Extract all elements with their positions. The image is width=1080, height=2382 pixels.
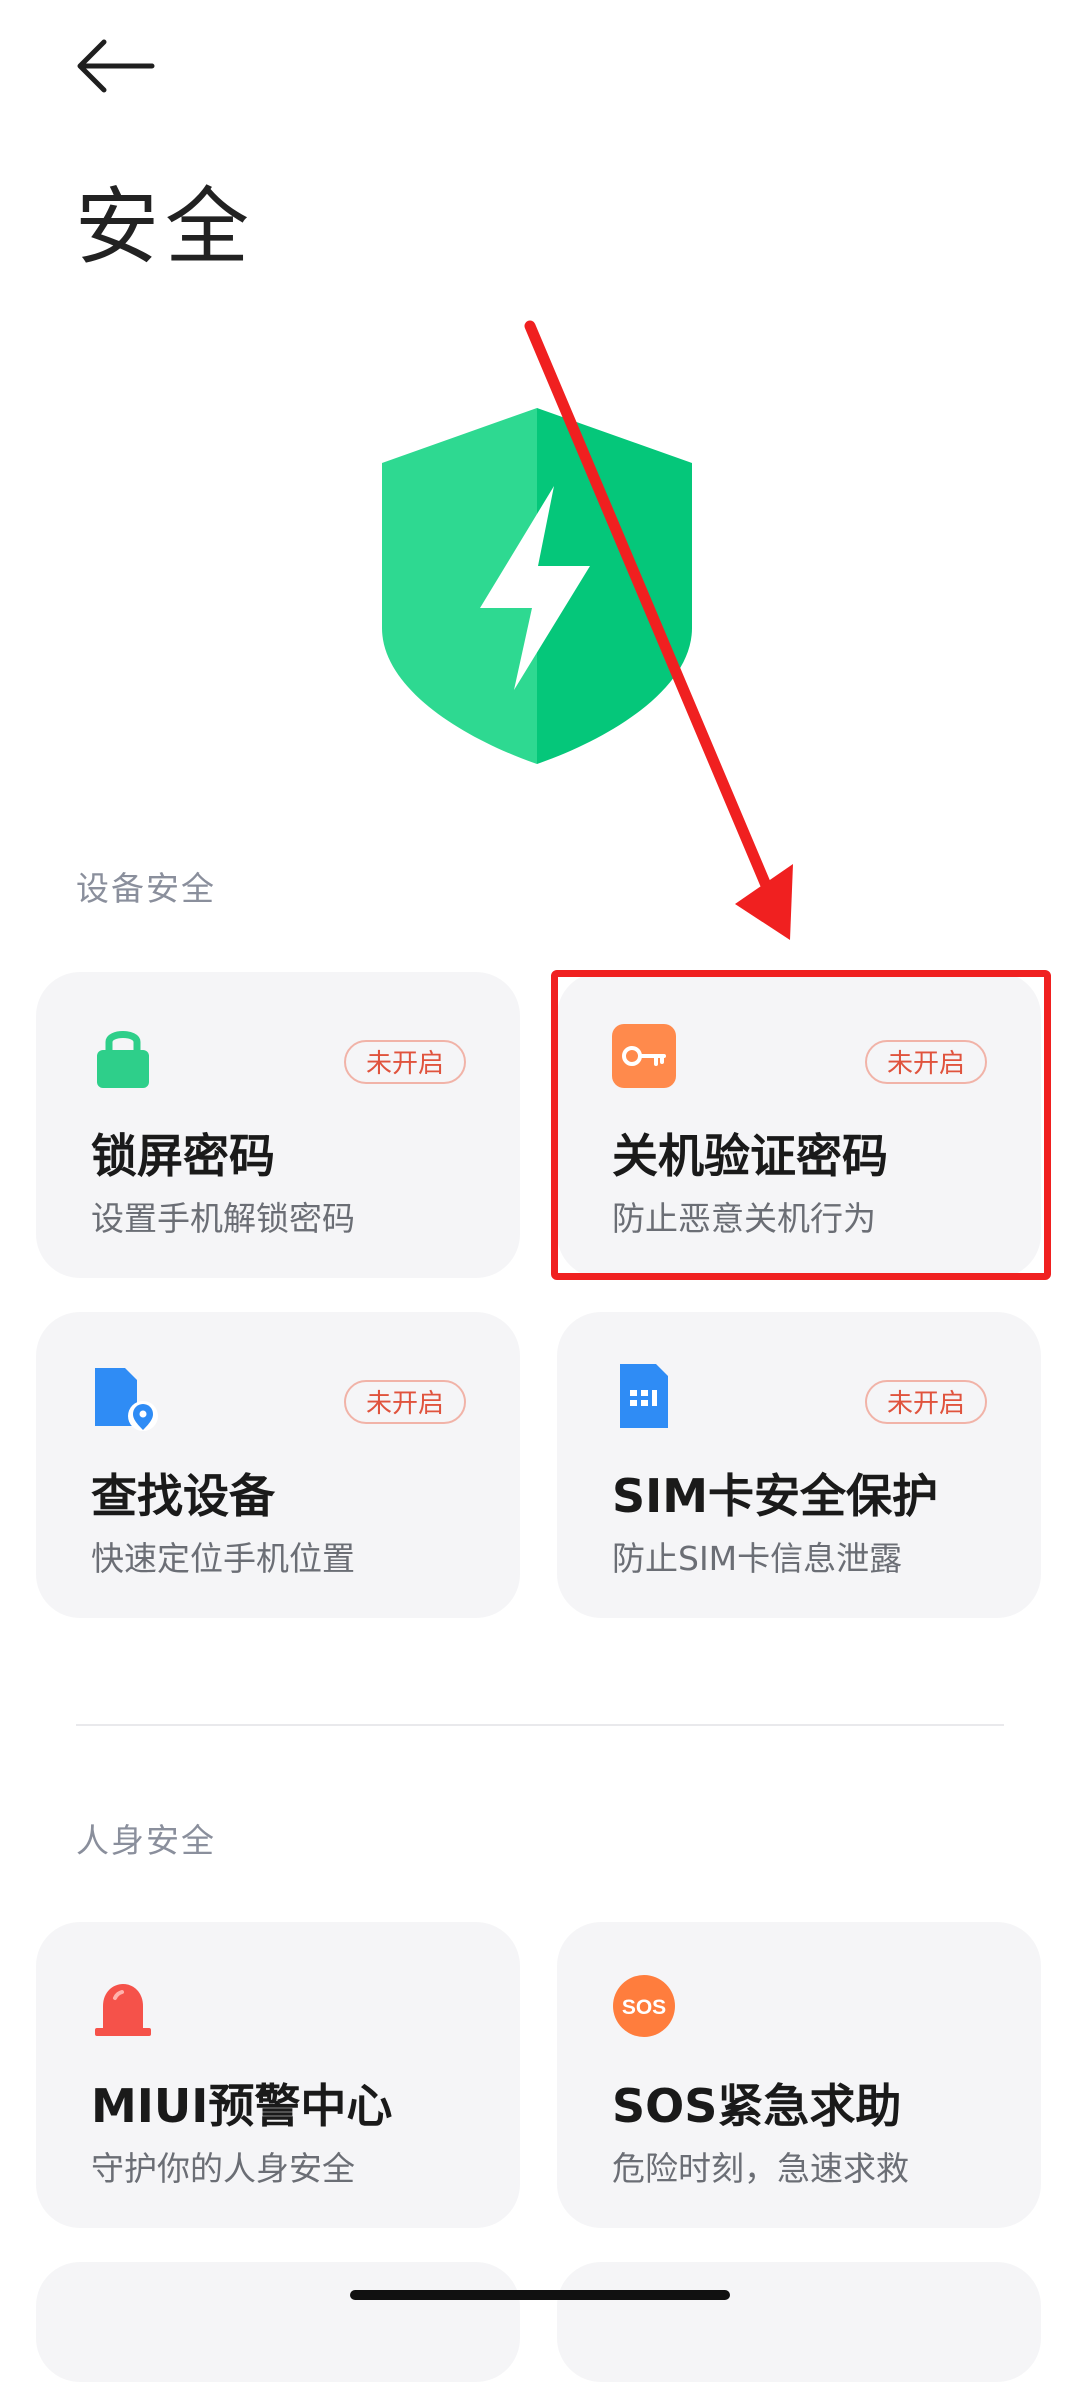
lock-icon (91, 1024, 155, 1088)
card-lock-screen-password[interactable]: 未开启 锁屏密码 设置手机解锁密码 (36, 972, 520, 1278)
status-badge: 未开启 (343, 1380, 466, 1424)
section-label-device-security: 设备安全 (76, 869, 216, 908)
section-label-personal-safety: 人身安全 (76, 1821, 216, 1860)
alarm-icon (91, 1974, 155, 2038)
card-subtitle: 危险时刻，急速求救 (612, 2149, 909, 2188)
page-title: 安全 (75, 178, 256, 276)
status-badge: 未开启 (343, 1040, 466, 1084)
card-partial-left[interactable] (36, 2262, 520, 2382)
sos-icon: SOS (612, 1974, 676, 2038)
card-shutdown-password[interactable]: 未开启 关机验证密码 防止恶意关机行为 (557, 972, 1041, 1278)
card-title: 查找设备 (91, 1469, 275, 1523)
card-title: SOS紧急求助 (612, 2079, 902, 2133)
card-subtitle: 设置手机解锁密码 (91, 1199, 355, 1238)
key-icon (612, 1024, 676, 1088)
card-partial-right[interactable] (557, 2262, 1041, 2382)
card-subtitle: 快速定位手机位置 (91, 1539, 355, 1578)
card-subtitle: 防止SIM卡信息泄露 (612, 1539, 903, 1578)
card-sim-protection[interactable]: 未开启 SIM卡安全保护 防止SIM卡信息泄露 (557, 1312, 1041, 1618)
svg-text:SOS: SOS (622, 1996, 666, 2019)
card-find-device[interactable]: 未开启 查找设备 快速定位手机位置 (36, 1312, 520, 1618)
home-indicator[interactable] (350, 2290, 730, 2300)
card-alert-center[interactable]: MIUI预警中心 守护你的人身安全 (36, 1922, 520, 2228)
status-badge: 未开启 (864, 1380, 987, 1424)
sim-card-icon (612, 1364, 676, 1428)
card-title: 关机验证密码 (612, 1129, 888, 1183)
card-subtitle: 防止恶意关机行为 (612, 1199, 876, 1238)
card-title: MIUI预警中心 (91, 2079, 393, 2133)
find-device-icon (91, 1364, 158, 1431)
card-title: 锁屏密码 (91, 1129, 275, 1183)
back-button[interactable] (60, 30, 160, 110)
back-arrow-icon (77, 39, 155, 93)
card-sos[interactable]: SOS SOS紧急求助 危险时刻，急速求救 (557, 1922, 1041, 2228)
security-shield-icon (382, 408, 692, 764)
card-subtitle: 守护你的人身安全 (91, 2149, 355, 2188)
section-divider (76, 1724, 1004, 1726)
status-badge: 未开启 (864, 1040, 987, 1084)
card-title: SIM卡安全保护 (612, 1469, 939, 1523)
